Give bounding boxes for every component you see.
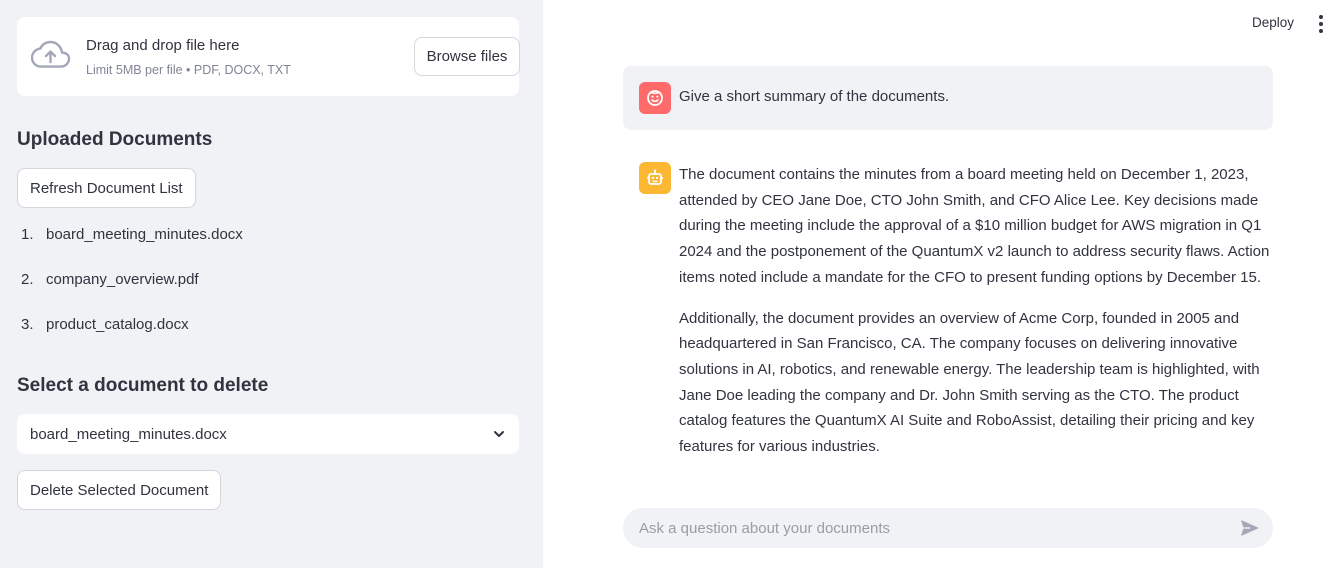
upload-title: Drag and drop file here bbox=[86, 37, 240, 54]
browse-files-button[interactable]: Browse files bbox=[414, 37, 520, 76]
chat-input[interactable] bbox=[639, 508, 1229, 548]
list-item-number: 1. bbox=[21, 226, 34, 243]
list-item-name: company_overview.pdf bbox=[46, 271, 199, 288]
list-item: 3. product_catalog.docx bbox=[17, 316, 243, 361]
list-item-number: 3. bbox=[21, 316, 34, 333]
assistant-avatar bbox=[639, 162, 671, 194]
chevron-down-icon bbox=[494, 431, 504, 437]
uploaded-documents-heading: Uploaded Documents bbox=[17, 129, 213, 150]
refresh-document-list-button[interactable]: Refresh Document List bbox=[17, 168, 196, 208]
kebab-menu-icon[interactable] bbox=[1314, 14, 1328, 34]
deploy-button[interactable]: Deploy bbox=[1252, 15, 1294, 30]
smiley-icon bbox=[647, 90, 663, 106]
user-message-text: Give a short summary of the documents. bbox=[679, 88, 950, 105]
user-avatar bbox=[639, 82, 671, 114]
list-item-name: board_meeting_minutes.docx bbox=[46, 226, 243, 243]
chat-input-container bbox=[623, 508, 1273, 548]
list-item: 2. company_overview.pdf bbox=[17, 271, 243, 316]
list-item-name: product_catalog.docx bbox=[46, 316, 189, 333]
delete-section-heading: Select a document to delete bbox=[17, 375, 269, 396]
list-item: 1. board_meeting_minutes.docx bbox=[17, 226, 243, 271]
cloud-upload-icon bbox=[31, 40, 71, 68]
assistant-message-text: The document contains the minutes from a… bbox=[679, 162, 1273, 475]
file-uploader-dropzone[interactable]: Drag and drop file here Limit 5MB per fi… bbox=[17, 17, 520, 96]
assistant-paragraph: The document contains the minutes from a… bbox=[679, 166, 1270, 286]
upload-limits: Limit 5MB per file • PDF, DOCX, TXT bbox=[86, 63, 291, 77]
document-list: 1. board_meeting_minutes.docx 2. company… bbox=[17, 226, 243, 361]
list-item-number: 2. bbox=[21, 271, 34, 288]
assistant-paragraph: Additionally, the document provides an o… bbox=[679, 309, 1260, 456]
document-select[interactable]: board_meeting_minutes.docx bbox=[17, 414, 519, 454]
send-icon[interactable] bbox=[1239, 518, 1261, 538]
robot-icon bbox=[647, 169, 663, 185]
user-message: Give a short summary of the documents. bbox=[623, 66, 1273, 130]
delete-selected-document-button[interactable]: Delete Selected Document bbox=[17, 470, 222, 510]
sidebar: Drag and drop file here Limit 5MB per fi… bbox=[0, 0, 543, 568]
select-value: board_meeting_minutes.docx bbox=[30, 425, 227, 443]
